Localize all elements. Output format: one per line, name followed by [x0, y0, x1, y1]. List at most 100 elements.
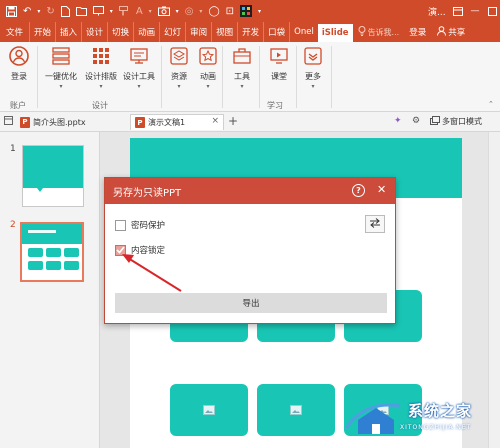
tab-pocket[interactable]: 口袋	[264, 22, 291, 42]
tab-transitions[interactable]: 切换	[108, 22, 135, 42]
user-circle-icon	[8, 45, 30, 67]
dialog-header: 另存为只读PPT ? ✕	[105, 178, 395, 204]
tab-animations[interactable]: 动画	[134, 22, 161, 42]
group-label-design: 设计	[92, 101, 108, 110]
login-link[interactable]: 登录	[404, 26, 431, 38]
islide-logo-icon[interactable]	[237, 0, 255, 22]
watermark-text: 系统之家	[408, 402, 473, 420]
undo-dropdown-icon[interactable]: ▾	[34, 0, 43, 22]
font-color-icon[interactable]: A	[133, 0, 146, 22]
image-placeholder-icon	[203, 405, 215, 415]
settings-icon[interactable]: ⚙	[412, 116, 420, 126]
doc-list-icon[interactable]	[4, 116, 13, 128]
doc-tab[interactable]: P 简介头图.pptx	[16, 114, 90, 130]
tab-slideshow[interactable]: 幻灯	[160, 22, 187, 42]
redo-icon[interactable]: ↻	[43, 0, 57, 22]
more-button[interactable]: 更多 ▾	[296, 45, 330, 90]
new-tab-icon[interactable]: +	[228, 114, 238, 128]
sparkle-icon[interactable]: ✦	[394, 116, 402, 126]
watermark-logo: 系统之家 XITONGZHIJIA.NET	[338, 396, 498, 442]
ribbon-button-label: 更多	[305, 72, 321, 81]
ribbon-button-label: 课堂	[271, 72, 287, 81]
tools-button[interactable]: 工具 ▾	[225, 45, 259, 90]
design-tools-button[interactable]: 设计工具 ▾	[120, 45, 158, 90]
slideshow-icon[interactable]	[90, 0, 107, 22]
more-qa-dropdown-icon[interactable]: ▾	[255, 0, 264, 22]
export-button[interactable]: 导出	[115, 293, 387, 313]
lightbulb-icon	[358, 26, 366, 38]
person-icon	[437, 25, 447, 39]
font-color-dropdown-icon[interactable]: ▾	[146, 0, 155, 22]
chevron-down-icon: ▾	[99, 83, 103, 90]
tab-design[interactable]: 设计	[82, 22, 109, 42]
chevron-down-icon: ▾	[59, 83, 63, 90]
maximize-icon[interactable]	[484, 0, 500, 22]
grid-icon	[90, 45, 112, 67]
tell-me-search[interactable]: 告诉我...	[353, 26, 405, 38]
house-logo-icon	[344, 403, 401, 434]
swap-arrows-icon	[369, 218, 381, 230]
content-lock-checkbox[interactable]	[115, 244, 126, 256]
ribbon-button-label: 动画	[200, 72, 216, 81]
layout-design-button[interactable]: 设计排版 ▾	[82, 45, 120, 90]
optimize-button[interactable]: 一键优化 ▾	[41, 45, 81, 90]
undo-icon[interactable]: ↶	[20, 0, 34, 22]
doc-tab-active[interactable]: P 演示文稿1 ×	[130, 114, 224, 130]
password-protect-option[interactable]: 密码保护	[115, 219, 165, 231]
login-ribbon-button[interactable]: 登录	[2, 45, 36, 82]
thumbnail-card	[46, 248, 61, 257]
new-file-icon[interactable]	[58, 0, 73, 22]
chevron-down-icon: ▾	[240, 83, 244, 90]
help-icon[interactable]: ?	[352, 184, 365, 197]
content-card[interactable]	[170, 384, 248, 436]
multi-window-toggle[interactable]: 多窗口模式	[430, 116, 482, 127]
tell-me-label: 告诉我...	[367, 27, 400, 37]
thumbnail-card	[28, 261, 43, 270]
dialog-title: 另存为只读PPT	[113, 187, 182, 199]
content-card[interactable]	[257, 384, 335, 436]
ellipse-icon[interactable]: ◯	[205, 0, 222, 22]
tab-review[interactable]: 审阅	[186, 22, 213, 42]
password-label: 密码保护	[131, 221, 166, 231]
tab-view[interactable]: 视图	[212, 22, 239, 42]
slide-number: 1	[10, 144, 16, 154]
slideshow-dropdown-icon[interactable]: ▾	[107, 0, 116, 22]
minimize-icon[interactable]: —	[467, 0, 483, 22]
shapes-dropdown-icon[interactable]: ▾	[196, 0, 205, 22]
tab-onekey[interactable]: Onel	[290, 22, 318, 42]
screenshot-icon[interactable]	[155, 0, 173, 22]
close-tab-icon[interactable]: ×	[211, 116, 219, 126]
ribbon-tabs: 文件 开始 插入 设计 切换 动画 幻灯 审阅 视图 开发 口袋 Onel iS…	[0, 22, 500, 42]
star-icon	[197, 45, 219, 67]
slide-thumbnail-pane: 1 2	[0, 132, 100, 448]
ribbon-display-icon[interactable]	[450, 0, 466, 22]
tab-islide[interactable]: iSlide	[317, 24, 353, 42]
layout-icon[interactable]: ⊡	[223, 0, 237, 22]
open-file-icon[interactable]	[73, 0, 90, 22]
format-painter-icon[interactable]	[116, 0, 133, 22]
slide-thumbnail-selected[interactable]	[20, 222, 84, 282]
collapse-ribbon-icon[interactable]: ⌃	[488, 100, 494, 108]
close-icon[interactable]: ✕	[377, 183, 386, 196]
content-lock-option[interactable]: 内容锁定	[115, 244, 165, 256]
save-icon[interactable]	[0, 0, 20, 22]
screenshot-dropdown-icon[interactable]: ▾	[173, 0, 182, 22]
tab-insert[interactable]: 插入	[56, 22, 83, 42]
document-tabs: P 简介头图.pptx P 演示文稿1 × + ✦ ⚙ 多窗口模式	[0, 112, 500, 132]
tab-home[interactable]: 开始	[30, 22, 57, 42]
ribbon: 登录 一键优化 ▾ 设计排版 ▾ 设计工具 ▾ 资源 ▾ 动画 ▾ 工具 ▾ 课…	[0, 42, 500, 112]
multi-window-label: 多窗口模式	[442, 117, 482, 126]
group-divider	[37, 46, 38, 108]
tab-file[interactable]: 文件	[0, 22, 31, 42]
thumbnail-card	[64, 261, 79, 270]
classroom-button[interactable]: 课堂	[262, 45, 296, 82]
animation-button[interactable]: 动画 ▾	[191, 45, 225, 90]
doc-tab-label: 演示文稿1	[148, 118, 186, 127]
share-button[interactable]: 共享	[431, 25, 471, 39]
slide-thumbnail[interactable]	[22, 145, 84, 207]
swap-button[interactable]	[365, 215, 385, 233]
shapes-icon[interactable]: ◎	[182, 0, 197, 22]
powerpoint-icon: P	[20, 116, 30, 128]
password-checkbox[interactable]	[115, 219, 126, 231]
tab-developer[interactable]: 开发	[238, 22, 265, 42]
